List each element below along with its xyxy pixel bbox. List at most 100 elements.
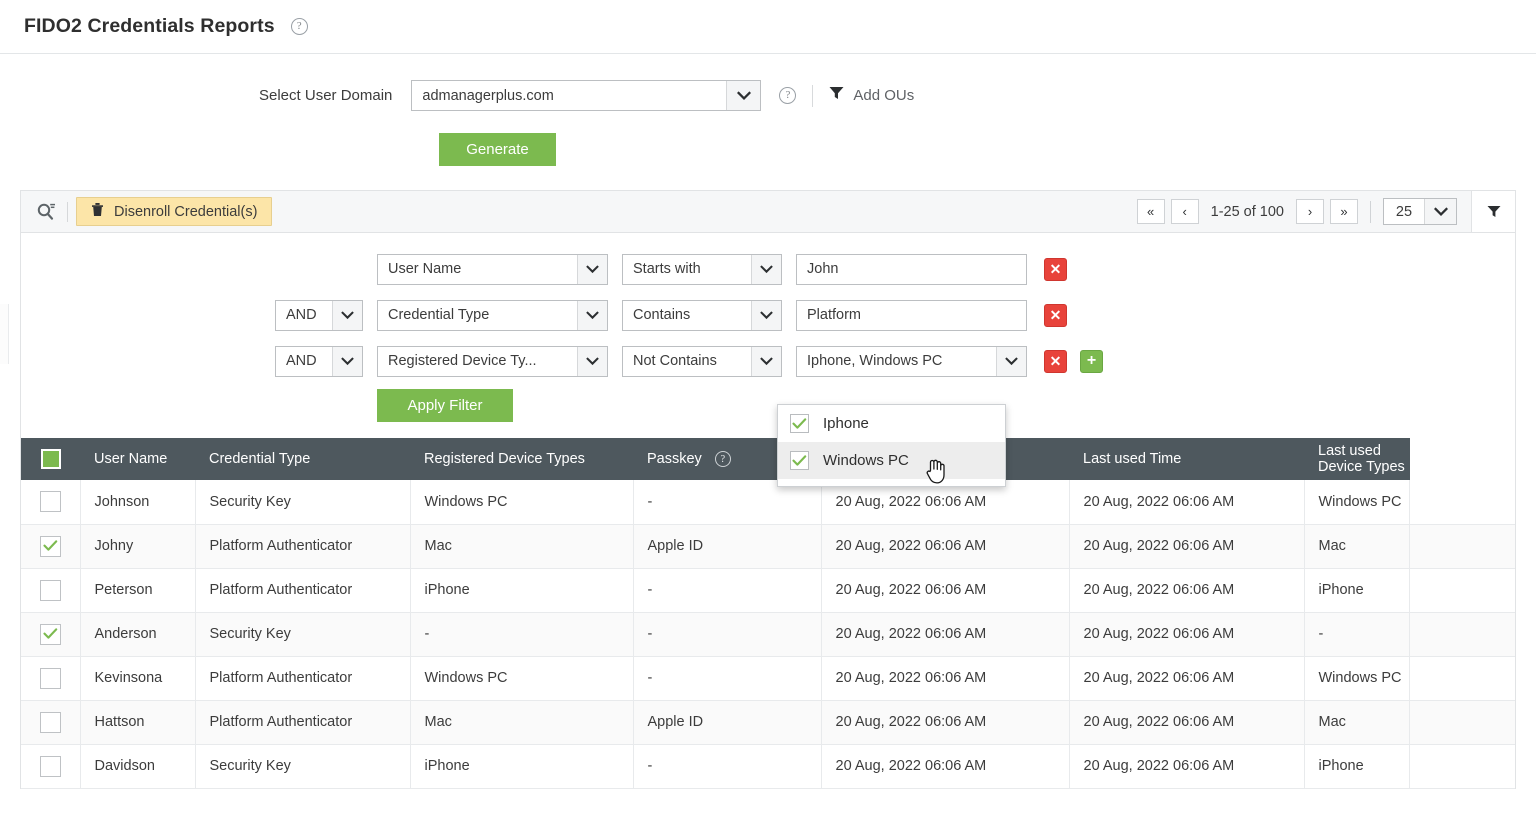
column-header-user-name[interactable]: User Name <box>80 438 195 480</box>
domain-help-icon[interactable]: ? <box>779 87 796 104</box>
first-page-button[interactable]: « <box>1137 199 1165 224</box>
column-header-credential-type[interactable]: Credential Type <box>195 438 410 480</box>
filter-field-value: Registered Device Ty... <box>378 353 577 369</box>
row-checkbox[interactable] <box>40 668 61 689</box>
domain-select[interactable]: admanagerplus.com <box>411 80 761 111</box>
row-checkbox-checked[interactable] <box>40 536 61 557</box>
column-header-last-used-time[interactable]: Last used Time <box>1069 438 1304 480</box>
table-row[interactable]: JohnyPlatform AuthenticatorMacApple ID20… <box>21 524 1515 568</box>
checkbox-checked-icon[interactable] <box>790 451 809 470</box>
filter-value-input[interactable] <box>796 300 1027 331</box>
select-all-checkbox[interactable] <box>41 449 61 469</box>
add-ous-button[interactable]: Add OUs <box>829 86 914 105</box>
disenroll-credentials-button[interactable]: Disenroll Credential(s) <box>76 197 272 226</box>
cell-user-name: Kevinsona <box>80 656 195 700</box>
filter-value-multiselect[interactable]: Iphone, Windows PC <box>796 346 1027 377</box>
cell-last-used-device-types: Windows PC <box>1304 656 1410 700</box>
column-header-registered-device-types[interactable]: Registered Device Types <box>410 438 633 480</box>
divider <box>1370 201 1371 223</box>
cell-spacer <box>1410 656 1516 700</box>
table-row[interactable]: PetersonPlatform AuthenticatoriPhone-20 … <box>21 568 1515 612</box>
filter-row: AND Registered Device Ty... Not Contains <box>21 343 1515 379</box>
page-help-icon[interactable]: ? <box>291 18 308 35</box>
row-checkbox[interactable] <box>40 712 61 733</box>
add-filter-button[interactable]: + <box>1080 350 1103 373</box>
dropdown-option-windows-pc[interactable]: Windows PC <box>778 442 1005 479</box>
remove-filter-button[interactable]: ✕ <box>1044 304 1067 327</box>
cell-passkey: - <box>633 744 821 788</box>
chevron-down-icon <box>332 301 362 330</box>
cell-enrolled-time: 20 Aug, 2022 06:06 AM <box>821 524 1069 568</box>
filter-value-input[interactable] <box>796 254 1027 285</box>
left-rail-stub <box>0 304 9 364</box>
filter-operator-value: Contains <box>623 307 751 323</box>
toolbar-left: Disenroll Credential(s) <box>31 197 272 227</box>
filter-conjunction-select[interactable]: AND <box>275 346 363 377</box>
cell-last-used-time: 20 Aug, 2022 06:06 AM <box>1069 656 1304 700</box>
filter-operator-select[interactable]: Starts with <box>622 254 782 285</box>
table-row[interactable]: DavidsonSecurity KeyiPhone-20 Aug, 2022 … <box>21 744 1515 788</box>
row-select-cell <box>21 524 80 568</box>
report-criteria: Select User Domain admanagerplus.com ? A… <box>0 54 1536 166</box>
filter-row: AND Credential Type Contains <box>21 297 1515 333</box>
last-page-button[interactable]: » <box>1330 199 1358 224</box>
app-page: FIDO2 Credentials Reports ? Select User … <box>0 0 1536 828</box>
page-size-select[interactable]: 25 <box>1383 198 1457 225</box>
cell-registered-device-types: Mac <box>410 524 633 568</box>
row-checkbox[interactable] <box>40 491 61 512</box>
domain-label: Select User Domain <box>259 87 392 104</box>
domain-row: Select User Domain admanagerplus.com ? A… <box>0 80 1536 111</box>
cell-registered-device-types: Windows PC <box>410 480 633 524</box>
filter-field-select[interactable]: Registered Device Ty... <box>377 346 608 377</box>
filter-field-select[interactable]: Credential Type <box>377 300 608 331</box>
cell-passkey: - <box>633 612 821 656</box>
remove-filter-button[interactable]: ✕ <box>1044 258 1067 281</box>
filter-field-value: Credential Type <box>378 307 577 323</box>
checkbox-checked-icon[interactable] <box>790 414 809 433</box>
apply-filter-button[interactable]: Apply Filter <box>377 389 513 422</box>
filter-operator-select[interactable]: Not Contains <box>622 346 782 377</box>
table-row[interactable]: HattsonPlatform AuthenticatorMacApple ID… <box>21 700 1515 744</box>
results-table: User Name Credential Type Registered Dev… <box>21 438 1515 789</box>
prev-page-button[interactable]: ‹ <box>1171 199 1199 224</box>
generate-button[interactable]: Generate <box>439 133 556 166</box>
cell-enrolled-time: 20 Aug, 2022 06:06 AM <box>821 700 1069 744</box>
cell-credential-type: Security Key <box>195 612 410 656</box>
chevron-down-icon <box>996 347 1026 376</box>
table-row[interactable]: KevinsonaPlatform AuthenticatorWindows P… <box>21 656 1515 700</box>
cell-last-used-time: 20 Aug, 2022 06:06 AM <box>1069 612 1304 656</box>
filter-field-value: User Name <box>378 261 577 277</box>
filter-field-select[interactable]: User Name <box>377 254 608 285</box>
cell-spacer <box>1410 480 1516 524</box>
table-row[interactable]: JohnsonSecurity KeyWindows PC-20 Aug, 20… <box>21 480 1515 524</box>
cell-user-name: Hattson <box>80 700 195 744</box>
filter-conjunction-select[interactable]: AND <box>275 300 363 331</box>
dropdown-option-iphone[interactable]: Iphone <box>778 405 1005 442</box>
cell-last-used-device-types: iPhone <box>1304 744 1410 788</box>
table-row[interactable]: AndersonSecurity Key--20 Aug, 2022 06:06… <box>21 612 1515 656</box>
page-size-value: 25 <box>1384 199 1424 224</box>
cell-user-name: Davidson <box>80 744 195 788</box>
row-checkbox-checked[interactable] <box>40 624 61 645</box>
cell-user-name: Johnson <box>80 480 195 524</box>
dropdown-option-label: Iphone <box>823 415 869 432</box>
chevron-down-icon <box>751 255 781 284</box>
column-header-last-used-device-types[interactable]: Last used Device Types <box>1304 438 1410 480</box>
cell-last-used-time: 20 Aug, 2022 06:06 AM <box>1069 744 1304 788</box>
row-checkbox[interactable] <box>40 756 61 777</box>
row-checkbox[interactable] <box>40 580 61 601</box>
search-query-icon[interactable] <box>31 197 61 227</box>
remove-filter-button[interactable]: ✕ <box>1044 350 1067 373</box>
page-title: FIDO2 Credentials Reports <box>24 15 275 38</box>
cell-user-name: Anderson <box>80 612 195 656</box>
passkey-help-icon[interactable]: ? <box>715 451 731 467</box>
next-page-button[interactable]: › <box>1296 199 1324 224</box>
cell-enrolled-time: 20 Aug, 2022 06:06 AM <box>821 612 1069 656</box>
filter-toggle-button[interactable] <box>1471 191 1515 232</box>
cell-enrolled-time: 20 Aug, 2022 06:06 AM <box>821 568 1069 612</box>
cell-last-used-device-types: Mac <box>1304 700 1410 744</box>
cell-credential-type: Platform Authenticator <box>195 700 410 744</box>
table-header-row: User Name Credential Type Registered Dev… <box>21 438 1515 480</box>
filter-operator-select[interactable]: Contains <box>622 300 782 331</box>
cell-spacer <box>1410 700 1516 744</box>
